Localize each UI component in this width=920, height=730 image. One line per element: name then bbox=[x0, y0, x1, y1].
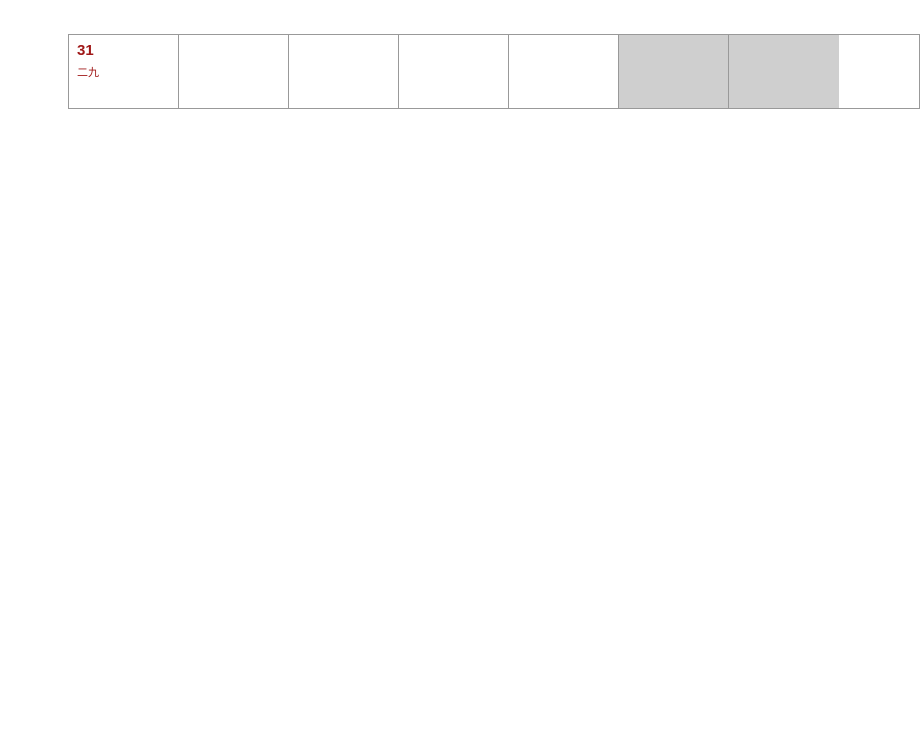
calendar-cell-out[interactable] bbox=[619, 35, 729, 108]
calendar-row: 31 二九 bbox=[68, 34, 920, 109]
calendar-cell[interactable] bbox=[509, 35, 619, 108]
day-number: 31 bbox=[77, 43, 170, 58]
calendar-cell[interactable] bbox=[179, 35, 289, 108]
calendar-cell[interactable] bbox=[289, 35, 399, 108]
calendar-cell[interactable]: 31 二九 bbox=[69, 35, 179, 108]
calendar-cell[interactable] bbox=[399, 35, 509, 108]
day-lunar: 二九 bbox=[77, 68, 170, 79]
calendar-cell-out[interactable] bbox=[729, 35, 839, 108]
